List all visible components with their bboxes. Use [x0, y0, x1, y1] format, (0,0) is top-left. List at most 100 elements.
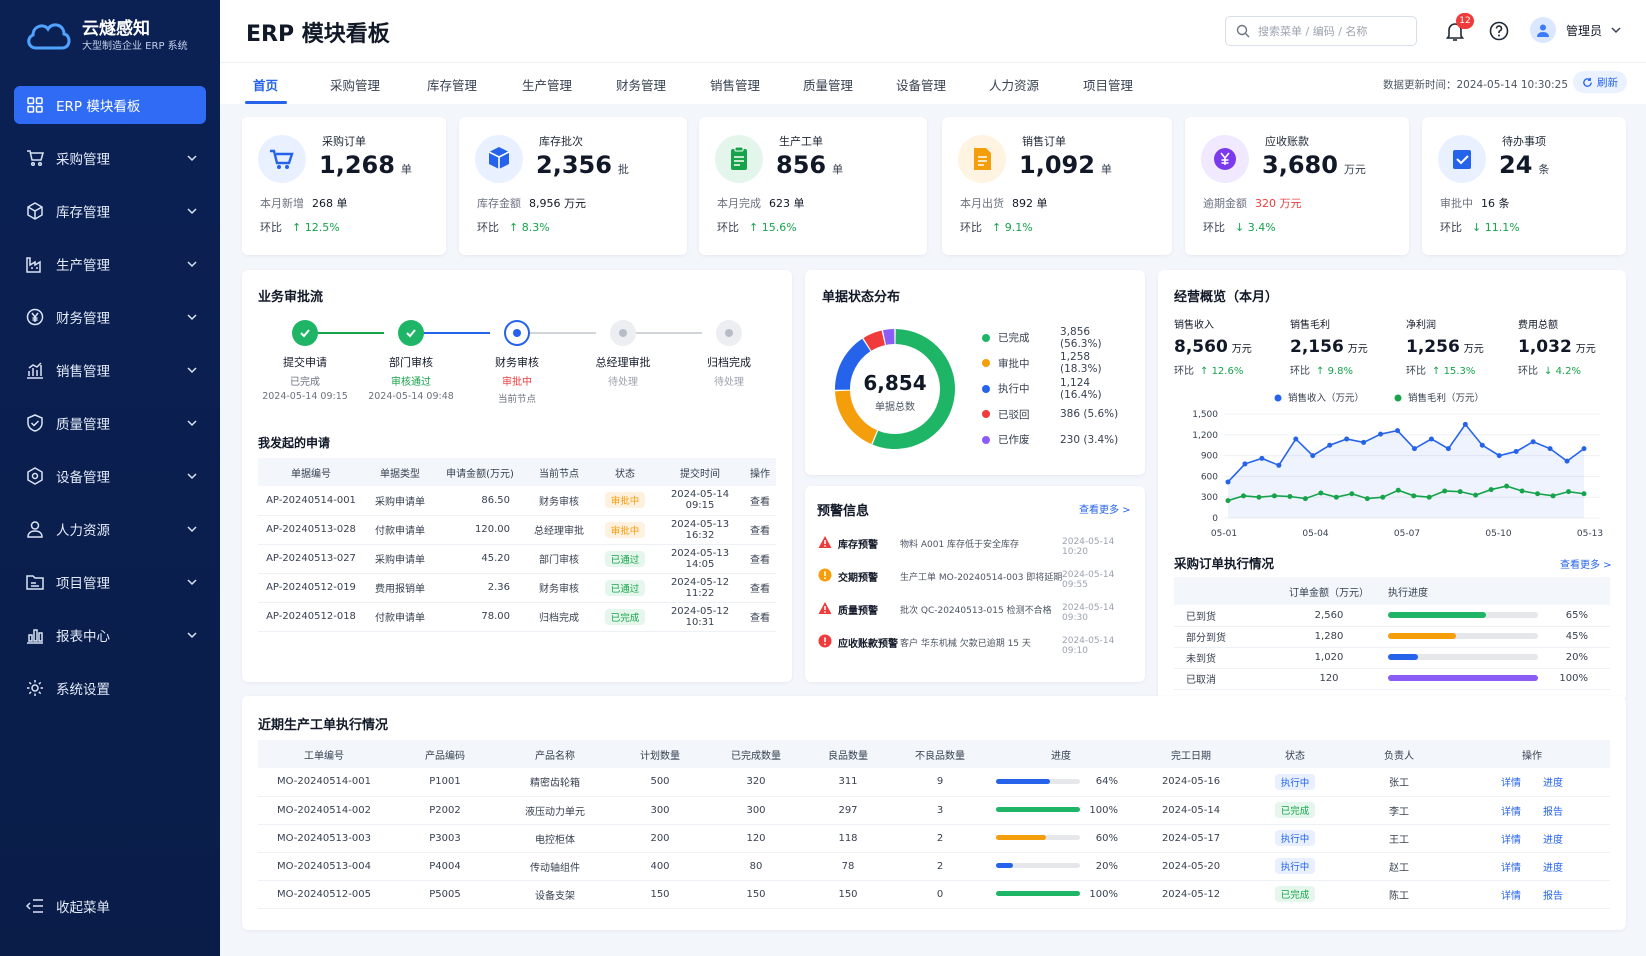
help-icon[interactable] [1488, 20, 1510, 42]
table-row[interactable]: AP-20240514-001 采购申请单 86.50 财务审核 审批中 2024-05-… [258, 486, 776, 516]
secondary-action-link[interactable]: 进度 [1543, 778, 1563, 789]
data-point[interactable] [1378, 431, 1384, 437]
table-row[interactable]: MO-20240514-001 P1001 精密齿轮箱 500 320 311 9 64% 20… [258, 768, 1610, 797]
data-point[interactable] [1550, 493, 1556, 499]
tab-quality[interactable]: 质量管理 [803, 75, 853, 94]
sidebar-item-project[interactable]: 项目管理 [14, 563, 206, 601]
secondary-action-link[interactable]: 报告 [1543, 807, 1563, 818]
search-input[interactable]: 搜索菜单 / 编码 / 名称 [1225, 16, 1417, 46]
tab-sales[interactable]: 销售管理 [710, 75, 760, 94]
sidebar-item-dashboard[interactable]: ERP 模块看板 [14, 86, 206, 124]
data-point[interactable] [1225, 479, 1231, 485]
data-point[interactable] [1395, 428, 1401, 434]
alert-item[interactable]: 交期预警 生产工单 MO-20240514-003 即将延期 2024-05-14 … [818, 567, 1128, 590]
data-point[interactable] [1287, 494, 1293, 500]
view-link[interactable]: 查看 [744, 602, 776, 632]
data-point[interactable] [1364, 496, 1370, 502]
data-point[interactable] [1564, 458, 1570, 464]
secondary-action-link[interactable]: 报告 [1543, 891, 1563, 902]
kpi-card[interactable]: 销售订单 1,092 单本月出货 892 单环比 ↑ 9.1% [942, 117, 1172, 255]
table-row[interactable]: AP-20240512-019 费用报销单 2.36 财务审核 已通过 2024-05-1… [258, 573, 776, 603]
data-point[interactable] [1426, 494, 1432, 500]
data-point[interactable] [1327, 442, 1333, 448]
sidebar-item-purchase[interactable]: 采购管理 [14, 139, 206, 177]
tab-equipment[interactable]: 设备管理 [896, 75, 946, 94]
work-order-link[interactable]: MO-20240513-003 [258, 824, 390, 853]
detail-link[interactable]: 详情 [1501, 863, 1521, 874]
data-point[interactable] [1479, 442, 1485, 448]
table-row[interactable]: MO-20240513-003 P3003 电控柜体 200 120 118 2 60% 202… [258, 824, 1610, 853]
table-row[interactable]: MO-20240512-005 P5005 设备支架 150 150 150 0 100% 20… [258, 880, 1610, 909]
data-point[interactable] [1504, 483, 1510, 489]
data-point[interactable] [1496, 453, 1502, 459]
tab-hr[interactable]: 人力资源 [989, 75, 1039, 94]
data-point[interactable] [1462, 421, 1468, 427]
refresh-button[interactable]: 刷新 [1573, 71, 1627, 93]
data-point[interactable] [1513, 448, 1519, 454]
sidebar-item-quality[interactable]: 质量管理 [14, 404, 206, 442]
kpi-card[interactable]: 待办事项 24 条审批中 16 条环比 ↓ 11.1% [1422, 117, 1626, 255]
data-point[interactable] [1566, 489, 1572, 495]
data-point[interactable] [1547, 446, 1553, 452]
brand[interactable]: 云燧感知 大型制造企业 ERP 系统 [24, 16, 188, 56]
tab-inventory[interactable]: 库存管理 [427, 75, 477, 94]
data-point[interactable] [1519, 488, 1525, 494]
user-menu[interactable]: 管理员 [1530, 17, 1622, 43]
data-point[interactable] [1361, 439, 1367, 445]
kpi-card[interactable]: 生产工单 856 单本月完成 623 单环比 ↑ 15.6% [699, 117, 927, 255]
work-order-link[interactable]: MO-20240514-002 [258, 796, 390, 825]
data-point[interactable] [1276, 462, 1282, 468]
tab-purchase[interactable]: 采购管理 [330, 75, 380, 94]
data-point[interactable] [1488, 487, 1494, 493]
data-point[interactable] [1380, 494, 1386, 500]
collapse-menu-button[interactable]: 收起菜单 [26, 896, 110, 916]
request-id-link[interactable]: AP-20240512-018 [258, 602, 364, 632]
data-point[interactable] [1225, 498, 1231, 504]
data-point[interactable] [1445, 446, 1451, 452]
tab-production[interactable]: 生产管理 [522, 75, 572, 94]
data-point[interactable] [1349, 491, 1355, 497]
tab-finance[interactable]: 财务管理 [616, 75, 666, 94]
sidebar-item-finance[interactable]: 财务管理 [14, 298, 206, 336]
request-id-link[interactable]: AP-20240512-019 [258, 573, 364, 603]
data-point[interactable] [1442, 488, 1448, 494]
data-point[interactable] [1411, 446, 1417, 452]
kpi-card[interactable]: 采购订单 1,268 单本月新增 268 单环比 ↑ 12.5% [242, 117, 446, 255]
sidebar-item-hr[interactable]: 人力资源 [14, 510, 206, 548]
data-point[interactable] [1395, 487, 1401, 493]
data-point[interactable] [1411, 493, 1417, 499]
sidebar-item-production[interactable]: 生产管理 [14, 245, 206, 283]
kpi-card[interactable]: 应收账款 3,680 万元 逾期金额 320 万元 环比 ↓ 3.4% [1185, 117, 1409, 255]
view-link[interactable]: 查看 [744, 544, 776, 574]
request-id-link[interactable]: AP-20240513-027 [258, 544, 364, 574]
sidebar-item-inventory[interactable]: 库存管理 [14, 192, 206, 230]
table-row[interactable]: MO-20240514-002 P2002 液压动力单元 300 300 297 3 100%… [258, 796, 1610, 825]
table-row[interactable]: MO-20240513-004 P4004 传动轴组件 400 80 78 2 20% 2024… [258, 852, 1610, 881]
data-point[interactable] [1344, 436, 1350, 442]
alerts-more-link[interactable]: 查看更多 > [1079, 501, 1131, 516]
tab-project[interactable]: 项目管理 [1083, 75, 1133, 94]
data-point[interactable] [1530, 439, 1536, 445]
request-id-link[interactable]: AP-20240513-028 [258, 515, 364, 545]
alert-item[interactable]: 库存预警 物料 A001 库存低于安全库存 2024-05-14 10:20 [818, 534, 1128, 557]
secondary-action-link[interactable]: 进度 [1543, 863, 1563, 874]
view-link[interactable]: 查看 [744, 515, 776, 545]
alert-item[interactable]: 质量预警 批次 QC-20240513-015 检测不合格 2024-05-14 0… [818, 600, 1128, 623]
data-point[interactable] [1256, 494, 1262, 500]
table-row[interactable]: AP-20240513-027 采购申请单 45.20 部门审核 已通过 2024-05-… [258, 544, 776, 574]
detail-link[interactable]: 详情 [1501, 891, 1521, 902]
data-point[interactable] [1457, 489, 1463, 495]
sidebar-item-sales[interactable]: 销售管理 [14, 351, 206, 389]
sidebar-item-reports[interactable]: 报表中心 [14, 616, 206, 654]
data-point[interactable] [1242, 461, 1248, 467]
purchase-more-link[interactable]: 查看更多 > [1560, 556, 1612, 571]
data-point[interactable] [1473, 492, 1479, 498]
view-link[interactable]: 查看 [744, 573, 776, 603]
sidebar-item-equipment[interactable]: 设备管理 [14, 457, 206, 495]
alert-item[interactable]: 应收账款预警 客户 华东机械 欠款已逾期 15 天 2024-05-14 09:10 [818, 633, 1128, 656]
table-row[interactable]: AP-20240513-028 付款申请单 120.00 总经理审批 审批中 2024-0… [258, 515, 776, 545]
secondary-action-link[interactable]: 进度 [1543, 835, 1563, 846]
data-point[interactable] [1293, 436, 1299, 442]
detail-link[interactable]: 详情 [1501, 807, 1521, 818]
data-point[interactable] [1581, 446, 1587, 452]
